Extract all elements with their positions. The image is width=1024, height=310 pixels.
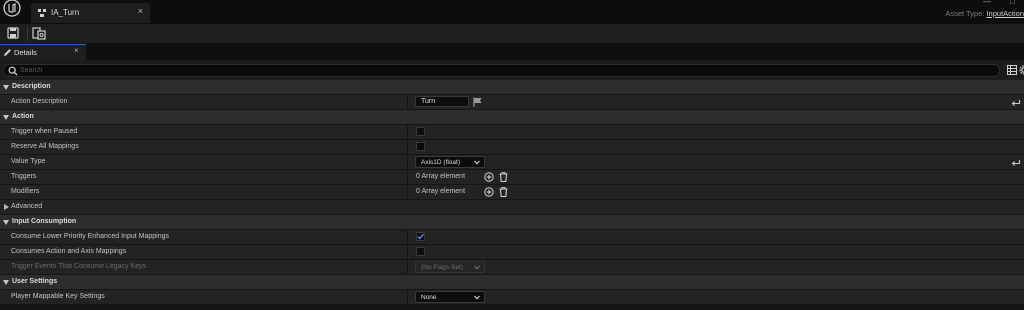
caret-down-icon [3, 115, 9, 120]
add-icon[interactable] [484, 172, 494, 182]
category-input-consumption[interactable]: Input Consumption [0, 215, 1024, 230]
caret-down-icon [3, 85, 9, 90]
caret-down-icon [3, 280, 9, 285]
consume-lower-priority-checkbox[interactable] [416, 232, 425, 241]
trash-icon[interactable] [499, 187, 508, 197]
property-row-trigger-when-paused: Trigger when Paused [0, 125, 1024, 140]
reserve-all-mappings-checkbox[interactable] [416, 142, 425, 151]
chevron-down-icon [474, 160, 480, 165]
category-label: User Settings [12, 278, 58, 285]
category-label: Description [12, 83, 51, 90]
action-description-field[interactable]: Turn [415, 96, 469, 107]
category-label: Action [12, 113, 34, 120]
property-label: Player Mappable Key Settings [11, 293, 105, 300]
property-row-triggers: Triggers 0 Array element [0, 170, 1024, 185]
caret-down-icon [3, 220, 9, 225]
asset-tab-close-icon[interactable]: × [138, 6, 143, 16]
search-input[interactable] [20, 65, 980, 76]
pencil-icon [4, 49, 11, 56]
search-box[interactable] [3, 64, 1000, 77]
search-row [0, 60, 1024, 80]
property-row-action-description: Action Description Turn [0, 95, 1024, 110]
save-icon [7, 27, 19, 39]
category-description[interactable]: Description [0, 80, 1024, 95]
advanced-label: Advanced [11, 203, 43, 210]
minimize-icon[interactable]: — [983, 0, 991, 6]
player-mappable-dropdown[interactable]: None [415, 291, 485, 303]
trigger-when-paused-checkbox[interactable] [416, 127, 425, 136]
caret-right-icon [4, 204, 9, 210]
array-count: 0 Array element [416, 188, 466, 195]
browse-asset-icon [32, 27, 46, 40]
property-row-modifiers: Modifiers 0 Array element [0, 185, 1024, 200]
category-user-settings[interactable]: User Settings [0, 275, 1024, 290]
dropdown-value: (No Flags Set) [421, 264, 463, 271]
chevron-down-icon [474, 295, 480, 300]
property-label: Trigger Events That Consume Legacy Keys [11, 263, 147, 270]
gear-icon[interactable] [1019, 65, 1024, 75]
dropdown-value: Axis1D (float) [421, 159, 461, 166]
property-label: Reserve All Mappings [11, 143, 79, 150]
asset-type-link[interactable]: InputAction [986, 9, 1024, 18]
checkmark-icon [417, 233, 424, 240]
category-label: Input Consumption [12, 218, 77, 225]
asset-tab-title: IA_Turn [51, 8, 80, 17]
property-label: Triggers [11, 173, 37, 180]
advanced-expander[interactable]: Advanced [0, 200, 1024, 215]
property-row-reserve-all-mappings: Reserve All Mappings [0, 140, 1024, 155]
unreal-logo-icon[interactable] [2, 0, 22, 20]
trigger-events-legacy-dropdown: (No Flags Set) [415, 261, 485, 273]
details-tab[interactable]: Details × [0, 44, 86, 60]
array-count: 0 Array element [416, 173, 466, 180]
property-row-trigger-events-legacy: Trigger Events That Consume Legacy Keys … [0, 260, 1024, 275]
trash-icon[interactable] [499, 172, 508, 182]
details-tab-close-icon[interactable]: × [74, 46, 79, 55]
save-button[interactable] [3, 25, 23, 42]
search-icon [8, 66, 18, 76]
value-type-dropdown[interactable]: Axis1D (float) [415, 156, 485, 168]
property-label: Modifiers [11, 188, 40, 195]
property-row-value-type: Value Type Axis1D (float) [0, 155, 1024, 170]
title-bar: IA_Turn × — □ Asset Type: InputAction [0, 0, 1024, 24]
details-tab-label: Details [14, 48, 37, 57]
maximize-icon[interactable]: □ [1010, 0, 1015, 6]
asset-type-label: Asset Type: [945, 9, 985, 18]
property-row-consume-lower-priority: Consume Lower Priority Enhanced Input Ma… [0, 230, 1024, 245]
toolbar-separator [27, 26, 28, 41]
browse-asset-button[interactable] [29, 25, 49, 42]
grid-icon[interactable] [1007, 65, 1017, 75]
property-label: Consumes Action and Axis Mappings [11, 248, 127, 255]
toolbar [0, 24, 1024, 43]
input-action-icon [38, 9, 46, 17]
asset-type-indicator: Asset Type: InputAction [945, 9, 1024, 18]
flag-icon[interactable] [473, 97, 482, 107]
property-label: Action Description [11, 98, 68, 105]
dropdown-value: None [421, 294, 437, 301]
property-label: Trigger when Paused [11, 128, 78, 135]
asset-tab[interactable]: IA_Turn × [31, 3, 150, 23]
add-icon[interactable] [484, 187, 494, 197]
reset-arrow-icon[interactable] [1011, 157, 1021, 167]
category-action[interactable]: Action [0, 110, 1024, 125]
property-label: Consume Lower Priority Enhanced Input Ma… [11, 233, 169, 240]
property-label: Value Type [11, 158, 46, 165]
details-tab-bar: Details × [0, 43, 1024, 60]
property-row-consumes-action-axis: Consumes Action and Axis Mappings [0, 245, 1024, 260]
reset-arrow-icon[interactable] [1011, 97, 1021, 107]
chevron-down-icon [474, 265, 480, 270]
consumes-action-axis-checkbox[interactable] [416, 247, 425, 256]
property-row-player-mappable: Player Mappable Key Settings None [0, 290, 1024, 305]
